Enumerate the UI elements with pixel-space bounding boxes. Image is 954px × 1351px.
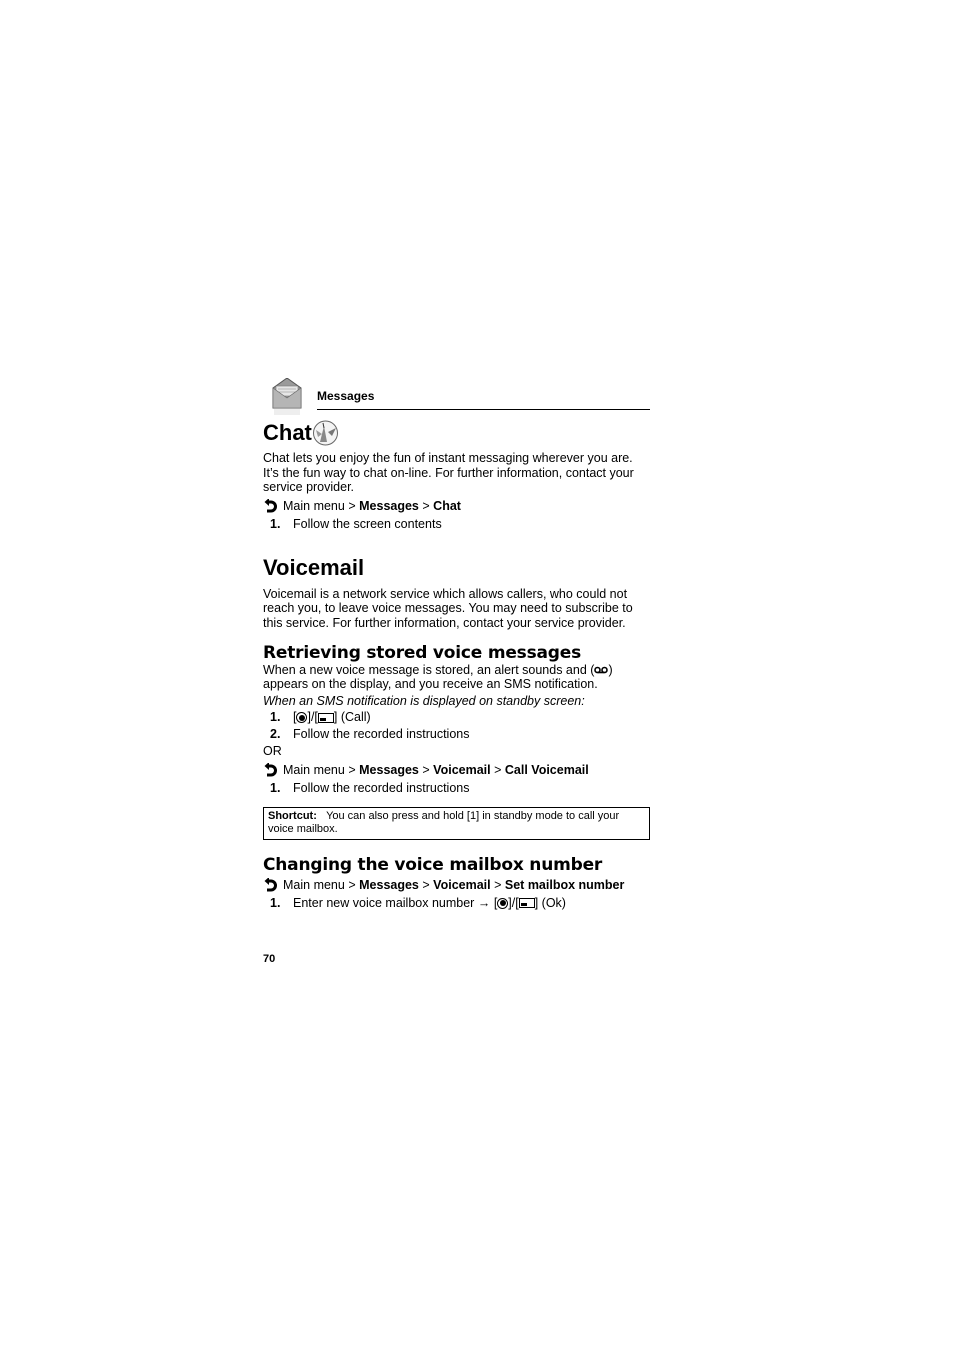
or-separator: OR (263, 744, 282, 759)
list-item: 1.[]/[] (Call) (270, 710, 371, 725)
retrieving-condition: When an SMS notification is displayed on… (263, 693, 585, 708)
list-item: 1. Follow the recorded instructions (270, 780, 470, 795)
menu-path-arrow-icon (264, 762, 277, 777)
arrow-right-icon: → (477, 895, 491, 910)
call-voicemail-menu-path: Main menu > Messages > Voicemail > Call … (263, 762, 650, 777)
soft-key-icon (317, 712, 334, 723)
page-header: Messages (263, 378, 650, 415)
chat-icon (312, 420, 338, 446)
menu-path-arrow-icon (264, 498, 277, 513)
changing-heading: Changing the voice mailbox number (263, 854, 603, 875)
chat-steps: 1. Follow the screen contents (263, 516, 650, 533)
chat-menu-path: Main menu > Messages > Chat (263, 498, 650, 513)
envelope-icon (272, 378, 302, 415)
voicemail-intro: Voicemail is a network service which all… (263, 586, 633, 630)
joystick-key-icon (497, 897, 509, 909)
list-item: 1. Enter new voice mailbox number → []/[]… (270, 895, 566, 910)
chat-heading: Chat (263, 420, 650, 446)
list-item: 2. Follow the recorded instructions (270, 727, 470, 742)
call-voicemail-steps: 1. Follow the recorded instructions (263, 780, 650, 797)
soft-key-icon (518, 898, 535, 909)
voicemail-heading: Voicemail (263, 554, 365, 580)
shortcut-note: Shortcut: You can also press and hold [1… (263, 806, 650, 840)
menu-path-arrow-icon (264, 877, 277, 892)
retrieving-steps: 1.[]/[] (Call) 2. Follow the recorded ins… (263, 709, 650, 743)
set-mailbox-steps: 1. Enter new voice mailbox number → []/[]… (263, 895, 650, 912)
list-item: 1. Follow the screen contents (270, 516, 442, 531)
chat-intro: Chat lets you enjoy the fun of instant m… (263, 451, 634, 495)
retrieving-intro: When a new voice message is stored, an a… (263, 662, 613, 692)
retrieving-heading: Retrieving stored voice messages (263, 642, 581, 663)
section-title: Messages (317, 389, 375, 403)
chat-title: Chat (263, 420, 312, 445)
voicemail-icon (594, 666, 609, 674)
manual-page: Messages Chat Chat lets you enjoy the fu… (263, 378, 650, 912)
joystick-key-icon (296, 712, 308, 724)
page-number: 70 (263, 953, 276, 965)
set-mailbox-menu-path: Main menu > Messages > Voicemail > Set m… (263, 877, 650, 892)
header-divider (317, 409, 650, 410)
